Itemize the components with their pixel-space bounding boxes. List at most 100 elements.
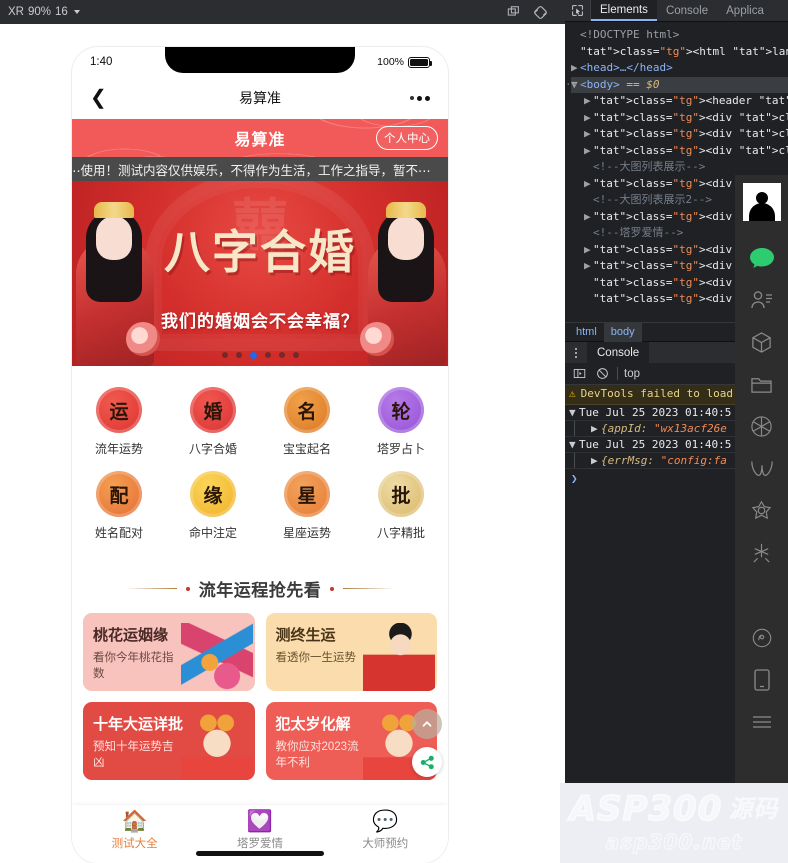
dom-node-text: <!--大图列表展示2--> (593, 193, 712, 206)
more-vertical-icon[interactable] (565, 347, 587, 358)
video-channel-icon[interactable] (742, 447, 782, 489)
disclosure-triangle-icon[interactable]: ▶ (591, 422, 601, 435)
fortune-card[interactable]: 桃花运姻缘 看你今年桃花指数 (83, 613, 255, 691)
tab-3[interactable]: 💬 大师预约 (323, 811, 448, 851)
phone-frame: 1:40 100% ❮ 易算准 易算准 个人中心 ⋯使用！测试内容仅供娱乐，不得… (72, 47, 448, 863)
breadcrumb-item-html[interactable]: html (569, 323, 604, 342)
rotate-device-icon[interactable] (527, 0, 553, 24)
dom-node-text: "tat">class="tg"><div "tat">class="Commo… (593, 127, 788, 140)
breadcrumb-item-body[interactable]: body (603, 322, 642, 342)
folder-icon[interactable] (742, 363, 782, 405)
swiper-dot[interactable] (278, 352, 285, 358)
console-context-selector[interactable]: top (624, 368, 640, 380)
menu-item-label: 流年运势 (94, 442, 143, 456)
dom-node-text: "tat">class="tg"><html "tat">lang="zh-CN… (580, 44, 788, 58)
user-center-button[interactable]: 个人中心 (376, 126, 438, 150)
dom-node-row[interactable]: ▶"tat">class="tg"><div "tat">class="Comm… (571, 126, 788, 143)
menu-item-5[interactable]: 配姓名配对 (72, 464, 166, 548)
disclosure-triangle-icon[interactable]: ▶ (584, 176, 593, 193)
cube-icon[interactable] (742, 321, 782, 363)
menu-item-icon: 名 (284, 387, 330, 433)
menu-item-icon: 批 (378, 471, 424, 517)
fortune-card[interactable]: 测终生运 看透你一生运势 (265, 613, 437, 691)
swiper-dot[interactable] (221, 352, 228, 358)
swiper-dot[interactable] (292, 352, 299, 358)
device-toolbar: XR 90% 16 (0, 0, 565, 24)
contacts-icon[interactable] (742, 279, 782, 321)
tab-console[interactable]: Console (657, 0, 717, 21)
disclosure-triangle-icon[interactable]: ▶ (584, 110, 593, 127)
disclosure-triangle-icon[interactable]: ▼ (569, 406, 579, 419)
menu-item-6[interactable]: 缘命中注定 (166, 464, 260, 548)
aperture-icon[interactable] (742, 405, 782, 447)
menu-item-3[interactable]: 名宝宝起名 (260, 380, 354, 464)
disclosure-triangle-icon[interactable]: ▶ (584, 242, 593, 259)
device-selector[interactable]: XR 90% 16 (0, 2, 86, 22)
dom-node-row[interactable]: ··· ▼ <body> == $0 (565, 76, 788, 93)
disclosure-triangle-icon[interactable]: ▶ (571, 60, 580, 77)
swiper-pagination[interactable] (72, 352, 448, 359)
dom-node-row[interactable]: "tat">class="tg"><html "tat">lang="zh-CN… (571, 44, 788, 61)
dom-node-row[interactable]: ▶"tat">class="tg"><div "tat">class="menu… (571, 143, 788, 160)
drawer-tab-console[interactable]: Console (587, 341, 650, 364)
page-title: 易算准 (239, 90, 281, 106)
fortune-card[interactable]: 犯太岁化解 教你应对2023流年不利 (265, 702, 437, 780)
dom-node-row[interactable]: ▶ <head>…</head> (571, 60, 788, 77)
share-button[interactable] (412, 747, 442, 777)
devtools-tab-bar: Elements Console Applica (565, 0, 788, 22)
menu-item-2[interactable]: 婚八字合婚 (166, 380, 260, 464)
more-dots-icon[interactable] (410, 95, 430, 101)
disclosure-triangle-icon[interactable]: ▶ (584, 143, 593, 160)
disclosure-triangle-icon[interactable]: ▶ (584, 258, 593, 275)
common-swiper[interactable]: 囍 八字合婚 我们的婚姻会不会幸福？ (72, 181, 448, 366)
asterisk-icon[interactable] (742, 531, 782, 573)
menu-icon[interactable] (742, 701, 782, 743)
tab-2[interactable]: 💟 塔罗爱情 (197, 811, 322, 851)
menu-item-icon: 婚 (190, 387, 236, 433)
disclosure-triangle-icon[interactable]: ▶ (584, 126, 593, 143)
disclosure-triangle-icon[interactable]: ▶ (584, 93, 593, 110)
menu-item-7[interactable]: 星星座运势 (260, 464, 354, 548)
dom-node-row[interactable]: <!--大图列表展示--> (571, 159, 788, 176)
tab-label: 大师预约 (362, 838, 409, 850)
tab-1[interactable]: 🏠 测试大全 (72, 811, 197, 851)
menu-item-icon: 缘 (190, 471, 236, 517)
screenshot-icon[interactable] (501, 0, 527, 24)
fortune-card[interactable]: 十年大运详批 预知十年运势吉凶 (83, 702, 255, 780)
clear-console-icon[interactable] (594, 365, 611, 382)
dom-node-text: <!--大图列表展示--> (593, 160, 706, 173)
flower-icon[interactable] (742, 489, 782, 531)
dom-node-row[interactable]: ▶"tat">class="tg"><div "tat">class="aler… (571, 110, 788, 127)
console-object-key: {errMsg: (601, 454, 661, 467)
scroll-to-top-button[interactable] (412, 709, 442, 739)
menu-item-8[interactable]: 批八字精批 (354, 464, 448, 548)
dom-node-row[interactable]: <!DOCTYPE html> (571, 27, 788, 44)
console-object-key: {appId: (601, 422, 654, 435)
chevron-left-icon[interactable]: ❮ (90, 88, 107, 108)
phone-notch (165, 47, 355, 73)
swiper-dot-active[interactable] (249, 352, 257, 359)
wechat-program-icon[interactable] (742, 617, 782, 659)
dom-node-row[interactable]: ▶"tat">class="tg"><header "tat">class="p… (571, 93, 788, 110)
menu-item-label: 宝宝起名 (282, 442, 331, 456)
status-time: 1:40 (90, 56, 113, 68)
battery-full-icon (408, 56, 432, 68)
disclosure-triangle-icon[interactable]: ▶ (584, 209, 593, 226)
card-title: 十年大运详批 (93, 716, 184, 733)
tab-elements[interactable]: Elements (591, 0, 657, 21)
tab-application[interactable]: Applica (717, 0, 773, 21)
swiper-dot[interactable] (264, 352, 271, 358)
phone-icon[interactable] (742, 659, 782, 701)
menu-item-1[interactable]: 运流年运势 (72, 380, 166, 464)
inspect-element-icon[interactable] (565, 0, 591, 21)
avatar-thumbnail (742, 183, 781, 221)
disclosure-triangle-icon[interactable]: ▶ (591, 454, 601, 467)
chat-bubble-icon[interactable] (742, 237, 782, 279)
section-title: 流年运程抢先看 (198, 581, 322, 600)
swiper-dot[interactable] (235, 352, 242, 358)
disclosure-triangle-icon[interactable]: ▼ (569, 438, 579, 451)
menu-item-4[interactable]: 轮塔罗占卜 (354, 380, 448, 464)
console-sidebar-icon[interactable] (571, 365, 588, 382)
phone-nav-bar: ❮ 易算准 (72, 77, 448, 119)
marquee-text: ⋯使用！测试内容仅供娱乐，不得作为生活，工作之指导，暂不⋯ (72, 163, 431, 178)
